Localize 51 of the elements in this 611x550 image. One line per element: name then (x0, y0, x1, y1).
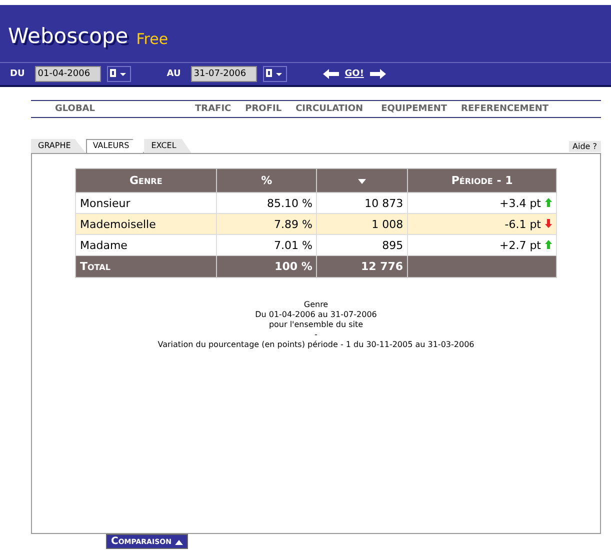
from-label: DU (10, 69, 25, 79)
column-header[interactable]: Période - 1 (408, 168, 556, 192)
view-tab[interactable]: VALEURS (86, 139, 144, 153)
right-arrow-icon[interactable] (370, 69, 386, 79)
table-row[interactable]: Madame 7.01 % 895 +2.7 pt (76, 234, 556, 256)
column-header[interactable] (316, 168, 408, 192)
nav-item[interactable]: GLOBAL (55, 104, 96, 114)
nav-item[interactable]: EQUIPEMENT (381, 104, 448, 114)
app-title: Weboscope (8, 24, 128, 48)
caption-line: Genre (304, 300, 328, 310)
nav-item[interactable]: PROFIL (245, 104, 282, 114)
table-cell: 7.89 % (216, 214, 317, 234)
table-cell: 1 008 (316, 214, 408, 234)
table-cell: 10 873 (316, 192, 408, 214)
to-label: AU (166, 69, 181, 79)
view-tab[interactable]: EXCEL (144, 139, 192, 153)
table-cell: Mademoiselle (76, 214, 216, 234)
calendar-dropdown-icon[interactable] (106, 66, 131, 82)
table-cell: Monsieur (76, 192, 216, 214)
column-header[interactable]: Genre (76, 168, 216, 192)
left-arrow-icon[interactable] (322, 69, 339, 79)
column-header[interactable]: % (216, 168, 317, 192)
sort-caret-icon (358, 178, 366, 184)
nav-item[interactable]: REFERENCEMENT (461, 104, 549, 114)
view-tab[interactable]: GRAPHE (31, 139, 86, 153)
total-cell: 100 % (216, 256, 317, 278)
edition-label: Free (136, 30, 168, 48)
nav-item[interactable]: CIRCULATION (296, 104, 364, 114)
total-cell: Total (76, 256, 216, 278)
table-cell: +2.7 pt (408, 234, 556, 256)
total-cell: 12 776 (316, 256, 408, 278)
caret-icon (175, 538, 184, 544)
table-cell: -6.1 pt (408, 214, 556, 234)
table-cell: 7.01 % (216, 234, 317, 256)
to-date-field[interactable]: 31-07-2006 (190, 66, 257, 82)
calendar-dropdown-icon[interactable] (262, 66, 287, 82)
caption-line: Du 01-04-2006 au 31-07-2006 (255, 310, 377, 320)
from-date-field[interactable]: 01-04-2006 (34, 66, 101, 82)
go-link[interactable]: GO! (344, 69, 364, 79)
help-button[interactable]: Aide ? (568, 141, 601, 152)
table-cell: Madame (76, 234, 216, 256)
caption-line: Variation du pourcentage (en points) période - 1 du 30-11-2005 au 31-03-2006 (158, 340, 474, 350)
table-cell: 85.10 % (216, 192, 317, 214)
table-cell: 895 (316, 234, 408, 256)
caption-line: - (314, 330, 318, 340)
table-row[interactable]: Mademoiselle 7.89 % 1 008 -6.1 pt (76, 214, 556, 234)
nav-item[interactable]: TRAFIC (195, 104, 232, 114)
table-row[interactable]: Monsieur 85.10 % 10 873 +3.4 pt (76, 192, 556, 214)
comparison-button[interactable]: Comparaison (106, 534, 188, 549)
table-cell: +3.4 pt (408, 192, 556, 214)
caption-line: pour l'ensemble du site (268, 320, 364, 330)
